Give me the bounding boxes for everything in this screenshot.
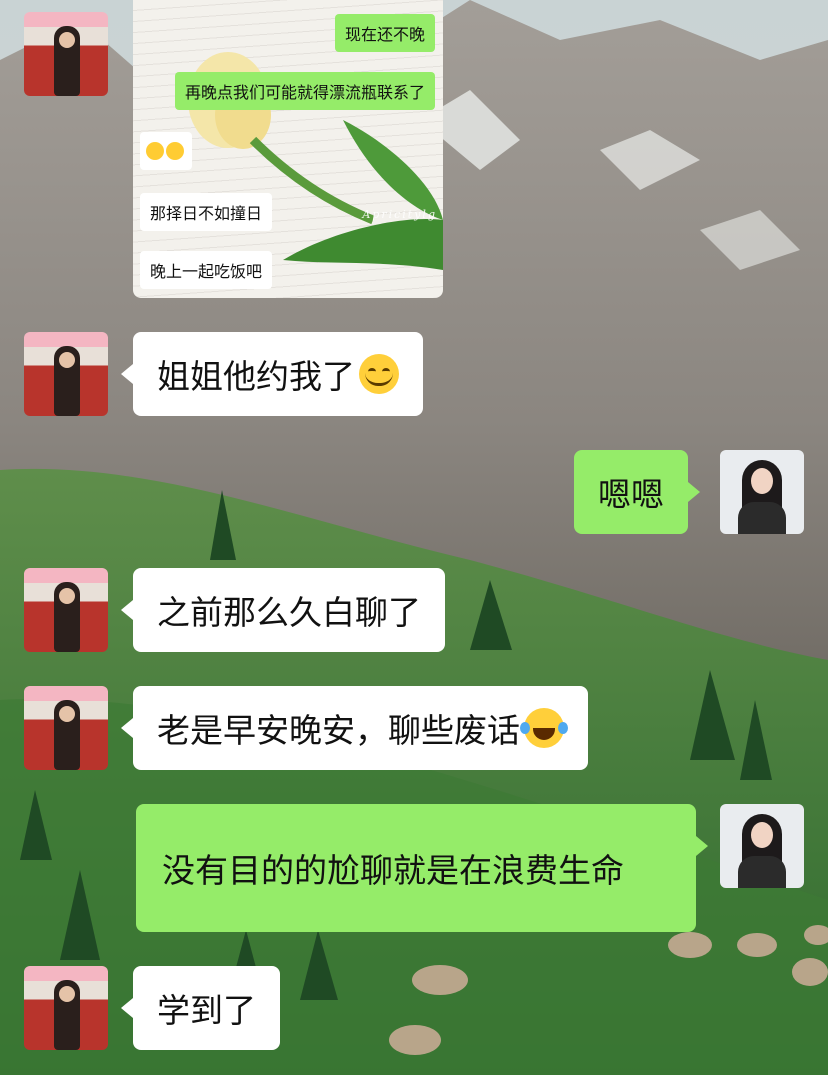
embedded-message-bubble: 晚上一起吃饭吧 — [140, 251, 273, 289]
message-text: 嗯嗯 — [598, 475, 664, 514]
embedded-message-text: 那择日不如撞日 — [150, 204, 263, 223]
message-bubble-sent[interactable]: 没有目的的尬聊就是在浪费生命 — [136, 804, 708, 932]
avatar-face — [751, 468, 773, 494]
embedded-message-bubble: 现在还不晚 — [334, 14, 435, 52]
thinking-face-emoji — [166, 142, 184, 160]
message-bubble-received[interactable]: 姐姐他约我了 — [121, 332, 423, 416]
thinking-face-emoji — [146, 142, 164, 160]
message-text: 姐姐他约我了 — [157, 357, 355, 396]
avatar-figure — [54, 26, 80, 96]
message-bubble-received[interactable]: 学到了 — [121, 966, 280, 1050]
avatar-body — [738, 856, 786, 888]
embedded-message-bubble: 再晚点我们可能就得漂流瓶联系了 — [174, 72, 435, 110]
friend-avatar[interactable] — [24, 332, 108, 416]
embedded-message-text: 再晚点我们可能就得漂流瓶联系了 — [184, 83, 425, 102]
message-bubble-received[interactable]: 老是早安晚安，聊些废话 — [121, 686, 588, 770]
avatar-figure — [54, 980, 80, 1050]
friend-avatar[interactable] — [24, 686, 108, 770]
avatar-body — [738, 502, 786, 534]
friend-avatar[interactable] — [24, 568, 108, 652]
tears-of-joy-emoji — [520, 708, 568, 748]
avatar-face — [751, 822, 773, 848]
my-avatar[interactable] — [720, 450, 804, 534]
photo-watermark: Apricitylg — [362, 208, 437, 221]
message-text: 老是早安晚安，聊些废话 — [157, 711, 520, 750]
friend-avatar[interactable] — [24, 12, 108, 96]
embedded-message-bubble: 那择日不如撞日 — [140, 193, 273, 231]
message-text: 学到了 — [157, 991, 256, 1030]
message-bubble-received[interactable]: 之前那么久白聊了 — [121, 568, 445, 652]
avatar-figure — [54, 346, 80, 416]
embedded-message-text: 现在还不晚 — [344, 25, 425, 44]
my-avatar[interactable] — [720, 804, 804, 888]
embedded-message-text: 晚上一起吃饭吧 — [150, 262, 263, 281]
avatar-figure — [54, 700, 80, 770]
smiling-face-emoji — [359, 354, 399, 394]
friend-avatar[interactable] — [24, 966, 108, 1050]
message-text: 没有目的的尬聊就是在浪费生命 — [162, 851, 624, 890]
message-bubble-sent[interactable]: 嗯嗯 — [574, 450, 700, 534]
avatar-figure — [54, 582, 80, 652]
message-text: 之前那么久白聊了 — [157, 593, 421, 632]
embedded-message-bubble — [140, 132, 192, 170]
embedded-chat-screenshot[interactable]: 现在还不晚 再晚点我们可能就得漂流瓶联系了 那择日不如撞日 晚上一起吃饭吧 Ap… — [133, 0, 443, 298]
